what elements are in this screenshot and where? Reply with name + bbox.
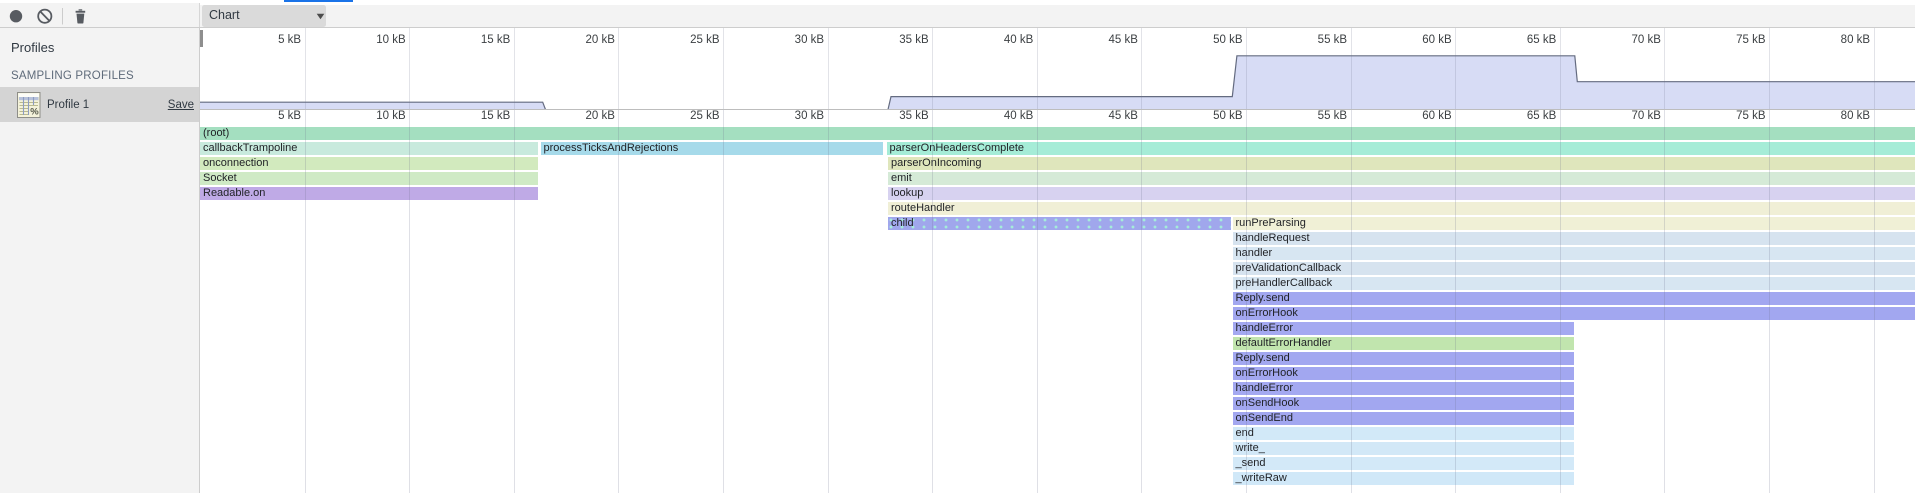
svg-text:%: %: [30, 106, 39, 117]
